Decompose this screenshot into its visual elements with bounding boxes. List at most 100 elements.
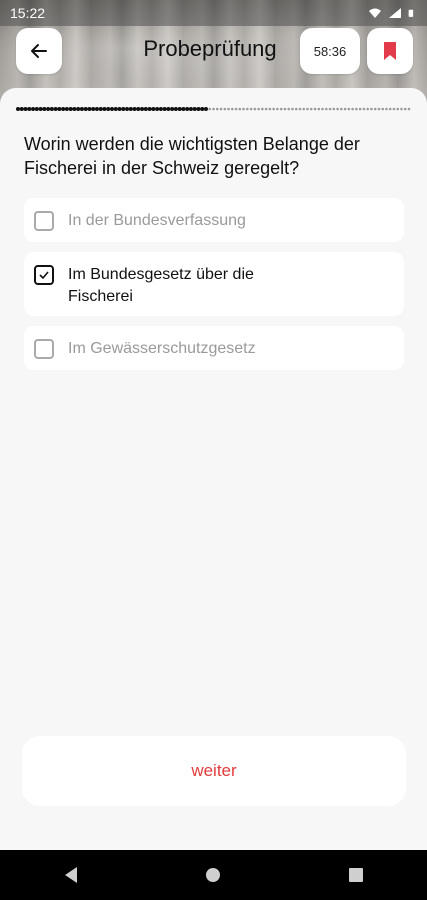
progress-dot-pending [215, 107, 219, 111]
progress-dot-pending [219, 107, 223, 111]
progress-dot-done [147, 107, 152, 111]
progress-dot-pending [317, 107, 321, 111]
answer-option-2[interactable]: Im Bundesgesetz über die Fischerei [24, 252, 404, 316]
signal-icon [389, 8, 401, 18]
answer-option-3[interactable]: Im Gewässerschutzgesetz [24, 326, 404, 370]
status-time: 15:22 [10, 5, 46, 21]
progress-dot-pending [313, 107, 317, 111]
bookmark-icon [384, 42, 396, 60]
progress-dot-done [23, 107, 28, 111]
progress-dot-pending [324, 107, 328, 111]
progress-dot-pending [373, 107, 377, 111]
progress-dot-done [19, 107, 24, 111]
progress-dot-pending [321, 107, 324, 111]
progress-dot-done [98, 107, 103, 111]
progress-dot-pending [208, 107, 212, 111]
progress-dot-pending [396, 107, 400, 111]
progress-dot-done [61, 107, 66, 111]
progress-dot-pending [351, 107, 354, 111]
progress-dot-pending [238, 107, 242, 111]
progress-dot-pending [230, 107, 234, 111]
progress-dot-pending [257, 107, 260, 111]
progress-dot-pending [392, 107, 396, 111]
progress-dot-done [42, 107, 47, 111]
progress-dot-done [196, 107, 201, 111]
progress-dot-pending [336, 107, 339, 111]
progress-dot-pending [242, 107, 245, 111]
progress-dot-pending [385, 107, 388, 111]
checkbox[interactable] [34, 339, 54, 359]
checkmark-icon [39, 271, 49, 280]
progress-dot-pending [298, 107, 302, 111]
progress-dot-pending [249, 107, 253, 111]
progress-dot-pending [261, 107, 264, 111]
progress-dot-done [57, 107, 62, 111]
progress-dot-done [38, 107, 43, 111]
progress-dot-pending [268, 107, 272, 111]
checkbox-checked[interactable] [34, 265, 54, 285]
checkbox[interactable] [34, 211, 54, 231]
progress-dot-done [68, 107, 73, 111]
progress-dot-pending [343, 107, 347, 111]
progress-dot-done [49, 107, 54, 111]
progress-dot-pending [246, 107, 249, 111]
progress-dot-pending [366, 107, 369, 111]
progress-dot-pending [287, 107, 290, 111]
progress-dot-done [87, 107, 92, 111]
top-app-bar: Probeprüfung 58:36 [0, 26, 427, 86]
android-nav-bar [0, 850, 427, 900]
progress-dot-pending [309, 107, 313, 111]
progress-dot-pending [358, 107, 362, 111]
progress-dot-done [113, 107, 118, 111]
progress-dot-done [91, 107, 96, 111]
progress-dot-done [128, 107, 133, 111]
progress-dot-done [94, 107, 99, 111]
progress-dot-pending [332, 107, 336, 111]
progress-dot-done [173, 107, 178, 111]
progress-dot-pending [407, 107, 411, 111]
progress-dot-done [121, 107, 126, 111]
progress-dot-pending [328, 107, 332, 111]
recents-square-icon[interactable] [346, 865, 366, 885]
progress-dot-pending [340, 107, 343, 111]
page-title: Probeprüfung [143, 36, 277, 61]
progress-dot-pending [370, 107, 373, 111]
progress-dot-done [27, 107, 32, 111]
answer-option-1[interactable]: In der Bundesverfassung [24, 198, 404, 242]
progress-dot-done [200, 107, 205, 111]
progress-dot-done [117, 107, 122, 111]
home-circle-icon[interactable] [203, 865, 223, 885]
progress-dot-done [140, 107, 145, 111]
progress-dot-done [64, 107, 69, 111]
progress-dot-done [162, 107, 167, 111]
answer-option-label: Im Gewässerschutzgesetz [68, 340, 256, 357]
progress-dot-pending [276, 107, 279, 111]
progress-dot-pending [253, 107, 257, 111]
timer-button[interactable]: 58:36 [300, 28, 360, 74]
progress-dot-done [185, 107, 190, 111]
progress-dot-done [125, 107, 130, 111]
progress-dot-pending [283, 107, 287, 111]
answer-option-label: In der Bundesverfassung [68, 212, 246, 229]
progress-dot-done [136, 107, 141, 111]
bookmark-button[interactable] [367, 28, 413, 74]
progress-dot-done [155, 107, 160, 111]
progress-dot-done [31, 107, 36, 111]
battery-icon [408, 9, 414, 17]
progress-dot-pending [381, 107, 384, 111]
progress-dot-pending [272, 107, 275, 111]
progress-dot-done [79, 107, 84, 111]
status-bar: 15:22 [0, 0, 427, 26]
progress-dot-pending [279, 107, 283, 111]
progress-dot-pending [403, 107, 407, 111]
back-triangle-icon[interactable] [61, 865, 81, 885]
timer-text: 58:36 [313, 43, 347, 59]
status-icons [368, 7, 417, 19]
progress-dot-done [203, 107, 208, 111]
progress-dot-pending [388, 107, 392, 111]
back-button[interactable] [16, 28, 62, 74]
next-button[interactable]: weiter [22, 736, 406, 806]
progress-dot-done [181, 107, 186, 111]
progress-dot-done [76, 107, 81, 111]
progress-dot-done [143, 107, 148, 111]
